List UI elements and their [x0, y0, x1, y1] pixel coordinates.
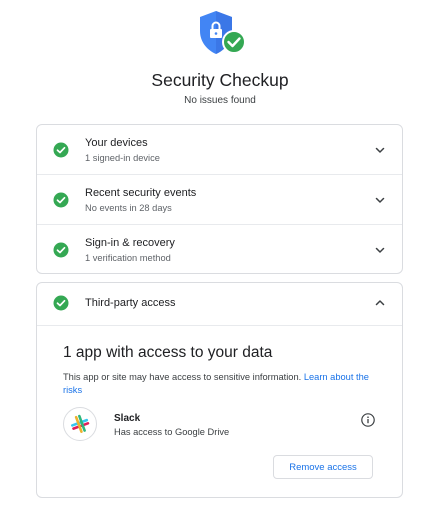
- app-access-detail: Has access to Google Drive: [114, 427, 230, 437]
- section-third-party-access[interactable]: Third-party access: [37, 283, 402, 326]
- third-party-access-card: Third-party access 1 app with access to …: [36, 282, 403, 498]
- check-circle-icon: [53, 142, 69, 158]
- check-circle-icon: [53, 242, 69, 258]
- section-your-devices[interactable]: Your devices 1 signed-in device: [37, 125, 402, 175]
- slack-logo-icon: [63, 407, 97, 441]
- app-name: Slack: [114, 413, 141, 424]
- remove-access-button[interactable]: Remove access: [273, 455, 373, 479]
- section-subtitle: No events in 28 days: [85, 203, 172, 213]
- info-icon[interactable]: [361, 413, 375, 427]
- section-title: Recent security events: [85, 187, 197, 199]
- app-access-heading: 1 app with access to your data: [63, 344, 273, 361]
- section-subtitle: 1 verification method: [85, 253, 171, 263]
- section-subtitle: 1 signed-in device: [85, 153, 160, 163]
- page-title: Security Checkup: [151, 70, 289, 90]
- check-circle-icon: [53, 295, 69, 311]
- section-title: Your devices: [85, 137, 148, 149]
- chevron-down-icon[interactable]: [374, 194, 386, 206]
- description-text: This app or site may have access to sens…: [63, 372, 302, 382]
- page-subtitle: No issues found: [184, 95, 256, 106]
- section-recent-security-events[interactable]: Recent security events No events in 28 d…: [37, 175, 402, 225]
- chevron-up-icon[interactable]: [374, 297, 386, 309]
- checkup-sections-card: Your devices 1 signed-in device Recent s…: [36, 124, 403, 274]
- chevron-down-icon[interactable]: [374, 144, 386, 156]
- chevron-down-icon[interactable]: [374, 244, 386, 256]
- section-title: Sign-in & recovery: [85, 237, 175, 249]
- check-circle-icon: [53, 192, 69, 208]
- access-description: This app or site may have access to sens…: [63, 371, 383, 397]
- section-sign-in-recovery[interactable]: Sign-in & recovery 1 verification method: [37, 225, 402, 275]
- section-title: Third-party access: [85, 297, 176, 309]
- security-shield-icon: [197, 9, 251, 59]
